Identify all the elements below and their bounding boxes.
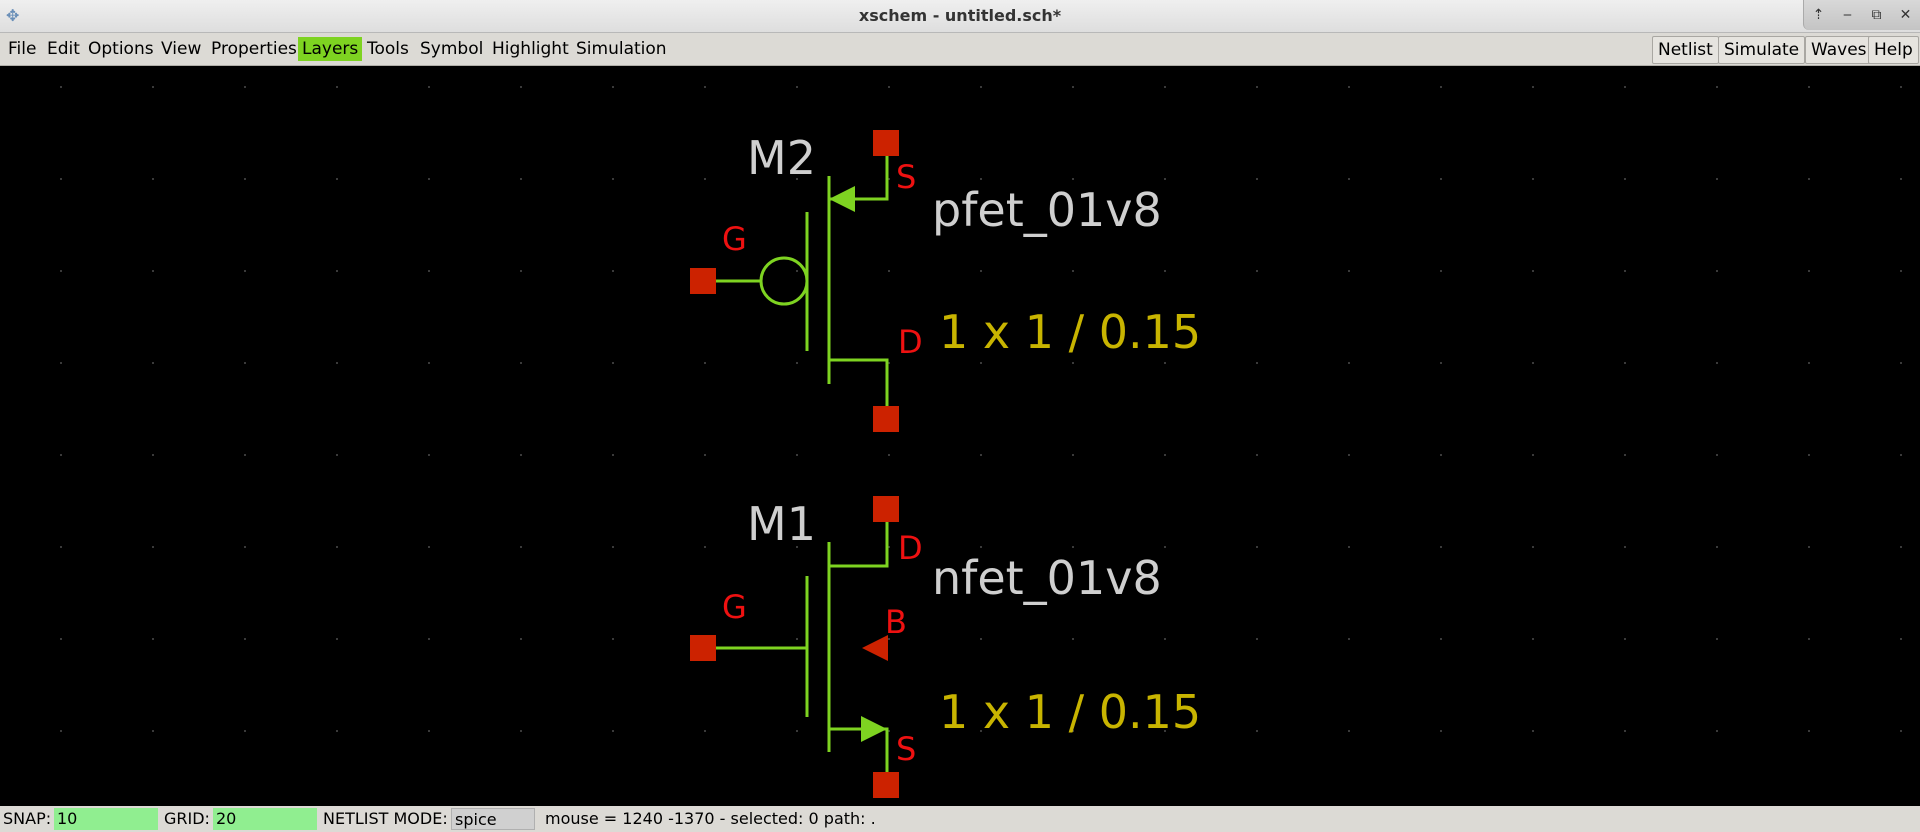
- pfet-gate-pin[interactable]: [690, 268, 716, 294]
- menu-symbol[interactable]: Symbol: [416, 37, 487, 61]
- menu-view[interactable]: View: [157, 37, 205, 61]
- simulate-button[interactable]: Simulate: [1718, 36, 1806, 64]
- schematic-drawing[interactable]: M2 pfet_01v8 1 x 1 / 0.15 S D G M1 nfet_…: [0, 66, 1920, 806]
- schematic-canvas[interactable]: M2 pfet_01v8 1 x 1 / 0.15 S D G M1 nfet_…: [0, 66, 1920, 806]
- maximize-button[interactable]: ⧉: [1865, 7, 1889, 23]
- netlist-button[interactable]: Netlist: [1652, 36, 1719, 64]
- raise-button[interactable]: ⇡: [1807, 7, 1831, 23]
- nfet-size-label: 1 x 1 / 0.15: [939, 685, 1201, 739]
- menu-options[interactable]: Options: [84, 37, 158, 61]
- pfet-drain-pin-label: D: [898, 323, 923, 361]
- nfet-gate-pin-label: G: [722, 588, 747, 626]
- pfet-size-label: 1 x 1 / 0.15: [939, 305, 1201, 359]
- nfet-body-pin-label: B: [885, 603, 907, 641]
- waves-button[interactable]: Waves: [1805, 36, 1873, 64]
- menu-tools[interactable]: Tools: [363, 37, 413, 61]
- pfet-gate-pin-label: G: [722, 220, 747, 258]
- nfet-instance-label: M1: [747, 497, 816, 551]
- pfet-instance-label: M2: [747, 131, 816, 185]
- nfet-source-pin-label: S: [896, 730, 916, 768]
- pfet-source-pin[interactable]: [873, 130, 899, 156]
- menu-simulation[interactable]: Simulation: [572, 37, 671, 61]
- menu-layers[interactable]: Layers: [298, 37, 363, 61]
- nfet-drain-pin[interactable]: [873, 496, 899, 522]
- snap-input[interactable]: 10: [54, 808, 158, 830]
- menu-properties[interactable]: Properties: [207, 37, 301, 61]
- window-titlebar: ✥ xschem - untitled.sch* ⇡ ‒ ⧉ ✕: [0, 0, 1920, 33]
- close-button[interactable]: ✕: [1894, 7, 1918, 23]
- status-info: mouse = 1240 -1370 - selected: 0 path: .: [545, 809, 876, 828]
- menu-file[interactable]: File: [4, 37, 40, 61]
- menu-highlight[interactable]: Highlight: [488, 37, 573, 61]
- pfet-source-pin-label: S: [896, 158, 916, 196]
- nfet-source-pin[interactable]: [873, 772, 899, 798]
- nfet-drain-pin-label: D: [898, 529, 923, 567]
- minimize-button[interactable]: ‒: [1836, 7, 1860, 23]
- netlist-mode-value[interactable]: spice: [451, 808, 535, 830]
- snap-label: SNAP:: [3, 809, 52, 828]
- grid-label: GRID:: [164, 809, 210, 828]
- nfet-gate-pin[interactable]: [690, 635, 716, 661]
- statusbar: SNAP: 10 GRID: 20 NETLIST MODE: spice mo…: [0, 806, 1920, 832]
- menu-edit[interactable]: Edit: [43, 37, 84, 61]
- pfet-model-label: pfet_01v8: [932, 183, 1162, 237]
- pfet-drain-pin[interactable]: [873, 406, 899, 432]
- nfet-model-label: nfet_01v8: [932, 551, 1162, 605]
- grid-input[interactable]: 20: [213, 808, 317, 830]
- help-button[interactable]: Help: [1868, 36, 1919, 64]
- window-title: xschem - untitled.sch*: [858, 6, 1062, 25]
- netlist-mode-label: NETLIST MODE:: [323, 809, 448, 828]
- menubar: File Edit Options View Properties Layers…: [0, 33, 1920, 66]
- window-controls: ⇡ ‒ ⧉ ✕: [1803, 0, 1920, 30]
